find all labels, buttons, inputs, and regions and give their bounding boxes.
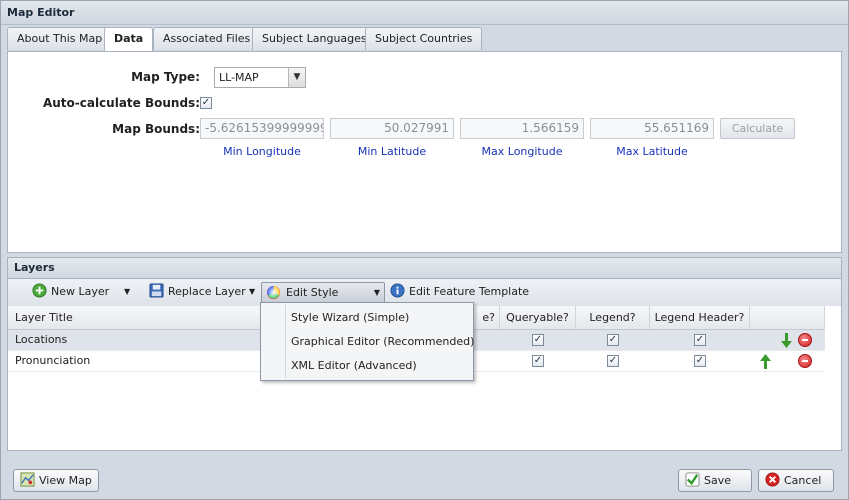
new-layer-button[interactable]: New Layer	[32, 282, 109, 303]
edit-style-label: Edit Style	[286, 286, 339, 299]
col-legend[interactable]: Legend?	[576, 306, 650, 330]
max-latitude-label: Max Latitude	[616, 145, 688, 158]
tab-about-this-map[interactable]: About This Map	[7, 27, 113, 50]
view-map-button[interactable]: View Map	[13, 469, 99, 492]
menu-item-graphical-editor[interactable]: Graphical Editor (Recommended)	[291, 331, 474, 353]
min-longitude-label: Min Longitude	[223, 145, 301, 158]
new-layer-label: New Layer	[51, 285, 110, 298]
save-button[interactable]: Save	[678, 469, 752, 492]
cancel-icon	[765, 472, 780, 487]
map-type-value: LL-MAP	[219, 71, 259, 84]
color-wheel-icon	[266, 285, 281, 300]
map-editor-window: Map Editor About This Map Data Associate…	[0, 0, 849, 500]
col-legend-header[interactable]: Legend Header?	[650, 306, 750, 330]
window-title: Map Editor	[7, 6, 75, 19]
edit-style-menu: Style Wizard (Simple) Graphical Editor (…	[260, 302, 474, 381]
legend-header-checkbox[interactable]: ✓	[694, 355, 706, 367]
queryable-checkbox[interactable]: ✓	[532, 355, 544, 367]
data-panel: Map Type: LL-MAP ▼ Auto-calculate Bounds…	[7, 51, 842, 253]
info-icon	[390, 283, 405, 298]
title-bar: Map Editor	[1, 1, 848, 25]
edit-feature-template-label: Edit Feature Template	[409, 285, 530, 298]
map-bounds-label: Map Bounds:	[112, 122, 200, 136]
max-longitude-input[interactable]: 1.566159	[460, 118, 584, 139]
max-longitude-label: Max Longitude	[481, 145, 563, 158]
min-latitude-label: Min Latitude	[357, 145, 427, 158]
save-label: Save	[704, 474, 732, 487]
map-icon	[20, 472, 35, 487]
legend-checkbox[interactable]: ✓	[607, 355, 619, 367]
layer-title-cell: Locations	[15, 333, 68, 346]
auto-bounds-label: Auto-calculate Bounds:	[42, 96, 200, 110]
calculate-button[interactable]: Calculate	[720, 118, 795, 139]
arrow-down-icon[interactable]	[781, 333, 792, 348]
menu-item-xml-editor[interactable]: XML Editor (Advanced)	[291, 355, 417, 377]
legend-checkbox[interactable]: ✓	[607, 334, 619, 346]
legend-header-checkbox[interactable]: ✓	[694, 334, 706, 346]
check-icon	[685, 472, 700, 487]
tab-associated-files[interactable]: Associated Files	[153, 27, 261, 50]
map-type-label: Map Type:	[131, 70, 200, 84]
tab-subject-countries[interactable]: Subject Countries	[365, 27, 483, 50]
menu-item-style-wizard[interactable]: Style Wizard (Simple)	[291, 307, 409, 329]
replace-layer-button[interactable]: Replace Layer	[149, 282, 246, 303]
replace-layer-dropdown[interactable]: ▼	[249, 282, 255, 303]
auto-bounds-checkbox[interactable]: ✓	[200, 97, 212, 109]
queryable-checkbox[interactable]: ✓	[532, 334, 544, 346]
edit-feature-template-button[interactable]: Edit Feature Template	[390, 282, 529, 303]
replace-layer-label: Replace Layer	[168, 285, 246, 298]
arrow-up-icon[interactable]	[760, 354, 771, 369]
tab-data[interactable]: Data	[104, 27, 154, 52]
tab-bar: About This Map Data Associated Files Sub…	[7, 27, 842, 52]
new-layer-dropdown[interactable]: ▼	[124, 282, 130, 303]
save-disk-icon	[149, 283, 164, 298]
view-map-label: View Map	[39, 474, 92, 487]
cancel-label: Cancel	[784, 474, 822, 487]
edit-style-button[interactable]: Edit Style ▼	[261, 282, 385, 303]
min-longitude-input[interactable]: -5.62615399999999	[200, 118, 324, 139]
col-layer-title[interactable]: Layer Title	[8, 306, 262, 330]
chevron-down-icon[interactable]: ▼	[288, 68, 305, 87]
tab-subject-languages[interactable]: Subject Languages	[252, 27, 377, 50]
footer-bar: View Map Save Cancel	[1, 461, 848, 499]
col-actions	[750, 306, 825, 330]
col-queryable[interactable]: Queryable?	[500, 306, 576, 330]
layers-header: Layers	[7, 257, 842, 279]
min-latitude-input[interactable]: 50.027991	[330, 118, 454, 139]
menu-separator	[285, 305, 286, 378]
layer-title-cell: Pronunciation	[15, 354, 91, 367]
remove-icon[interactable]	[798, 333, 812, 347]
max-latitude-input[interactable]: 55.651169	[590, 118, 714, 139]
chevron-down-icon: ▼	[373, 288, 380, 297]
remove-icon[interactable]	[798, 354, 812, 368]
cancel-button[interactable]: Cancel	[758, 469, 834, 492]
add-icon	[32, 283, 47, 298]
map-type-select[interactable]: LL-MAP ▼	[214, 67, 306, 88]
